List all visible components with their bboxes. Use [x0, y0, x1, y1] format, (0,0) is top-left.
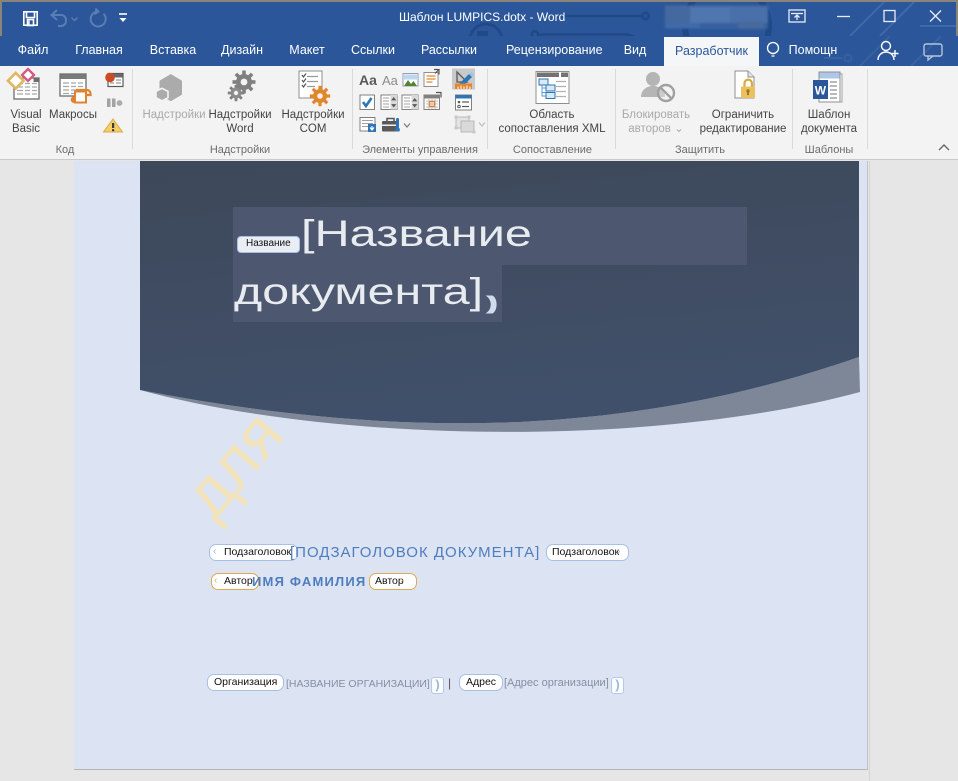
svg-text:Aa: Aa: [382, 73, 399, 88]
svg-text:W: W: [815, 84, 827, 98]
svg-text:для: для: [168, 397, 297, 531]
svg-text:Aa: Aa: [359, 72, 377, 88]
